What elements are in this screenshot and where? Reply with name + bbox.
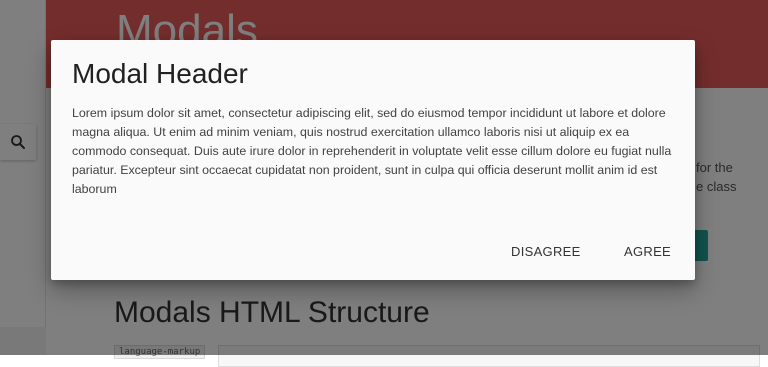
disagree-button[interactable]: DISAGREE xyxy=(495,234,597,270)
modal-footer: DISAGREE AGREE xyxy=(51,224,695,280)
modal-dialog: Modal Header Lorem ipsum dolor sit amet,… xyxy=(51,40,695,280)
modal-header: Modal Header xyxy=(72,58,248,89)
modal-body-text: Lorem ipsum dolor sit amet, consectetur … xyxy=(72,106,672,196)
agree-button[interactable]: AGREE xyxy=(608,234,687,270)
